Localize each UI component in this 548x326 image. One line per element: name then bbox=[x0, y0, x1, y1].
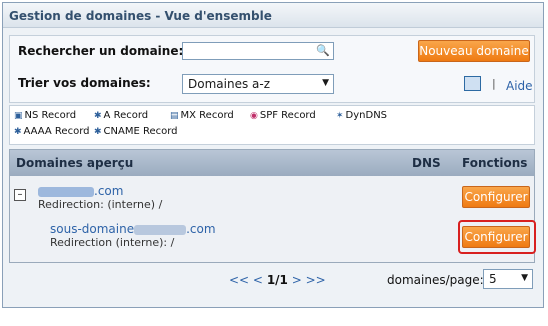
legend-cname: ✱ CNAME Record bbox=[94, 126, 178, 137]
highlight-box bbox=[458, 220, 536, 254]
search-sort-box: Rechercher un domaine: 🔍 Nouveau domaine… bbox=[9, 35, 535, 103]
legend-dyndns: ✶ DynDNS bbox=[336, 110, 388, 121]
print-icon[interactable] bbox=[464, 76, 481, 91]
sort-domains-label: Trier vos domaines: bbox=[18, 76, 151, 90]
next-page-link[interactable]: > >> bbox=[292, 273, 326, 287]
page-indicator: 1/1 bbox=[266, 273, 288, 287]
page-title: Gestion de domaines - Vue d'ensemble bbox=[9, 9, 272, 23]
legend-mx: ▤ MX Record bbox=[170, 110, 234, 121]
panel-titlebar: Gestion de domaines - Vue d'ensemble bbox=[3, 3, 543, 28]
sort-select-value: Domaines a-z bbox=[188, 77, 270, 91]
collapse-icon[interactable]: – bbox=[14, 189, 26, 201]
per-page-label: domaines/page: bbox=[387, 273, 484, 287]
configure-button[interactable]: Configurer bbox=[462, 186, 530, 208]
header-functions: Fonctions bbox=[462, 156, 528, 170]
pagination-bar: << < 1/1 > >> domaines/page: 5 ▼ bbox=[9, 267, 533, 293]
domain-redirect: Redirection: (interne) / bbox=[38, 198, 163, 211]
header-dns: DNS bbox=[412, 156, 441, 170]
prev-page-link[interactable]: << < bbox=[229, 273, 263, 287]
obscured-domain-name bbox=[134, 224, 187, 235]
domains-table: Domaines aperçu DNS Fonctions – .com Red… bbox=[9, 149, 536, 263]
dyndns-icon: ✶ bbox=[336, 111, 344, 121]
subdomain-redirect: Redirection (interne): / bbox=[50, 236, 175, 249]
a-record-icon: ✱ bbox=[94, 111, 102, 121]
legend-ns: ▣ NS Record bbox=[14, 110, 77, 121]
aaaa-record-icon: ✱ bbox=[14, 127, 22, 137]
per-page-select[interactable]: 5 ▼ bbox=[483, 269, 533, 289]
sort-select[interactable]: Domaines a-z ▼ bbox=[182, 74, 334, 94]
search-domain-label: Rechercher un domaine: bbox=[18, 44, 184, 58]
domain-link[interactable]: .com bbox=[38, 184, 123, 198]
obscured-domain-name bbox=[38, 186, 94, 197]
chevron-down-icon: ▼ bbox=[322, 78, 329, 88]
spf-record-icon: ◉ bbox=[250, 111, 258, 121]
subdomain-link[interactable]: sous-domaine .com bbox=[50, 222, 216, 236]
ns-record-icon: ▣ bbox=[14, 111, 23, 121]
search-input[interactable]: 🔍 bbox=[182, 42, 334, 60]
per-page-value: 5 bbox=[489, 272, 497, 286]
legend-a: ✱ A Record bbox=[94, 110, 149, 121]
header-domains: Domaines aperçu bbox=[16, 156, 134, 170]
table-row: – .com Redirection: (interne) / Configur… bbox=[10, 176, 534, 214]
pagination: << < 1/1 > >> bbox=[229, 273, 326, 287]
chevron-down-icon: ▼ bbox=[521, 273, 528, 283]
separator: | bbox=[492, 77, 496, 90]
record-legend: ▣ NS Record ✱ A Record ▤ MX Record ◉ SPF Rec… bbox=[9, 105, 535, 145]
legend-spf: ◉ SPF Record bbox=[250, 110, 316, 121]
help-link[interactable]: Aide bbox=[506, 79, 533, 93]
domain-management-panel: Gestion de domaines - Vue d'ensemble Rec… bbox=[2, 2, 544, 308]
table-row: sous-domaine .com Redirection (interne): … bbox=[10, 214, 534, 262]
legend-aaaa: ✱ AAAA Record bbox=[14, 126, 90, 137]
search-icon[interactable]: 🔍 bbox=[316, 44, 330, 57]
mx-record-icon: ▤ bbox=[170, 111, 179, 121]
new-domain-button[interactable]: Nouveau domaine bbox=[418, 40, 530, 62]
cname-record-icon: ✱ bbox=[94, 127, 102, 137]
table-header: Domaines aperçu DNS Fonctions bbox=[10, 150, 534, 176]
